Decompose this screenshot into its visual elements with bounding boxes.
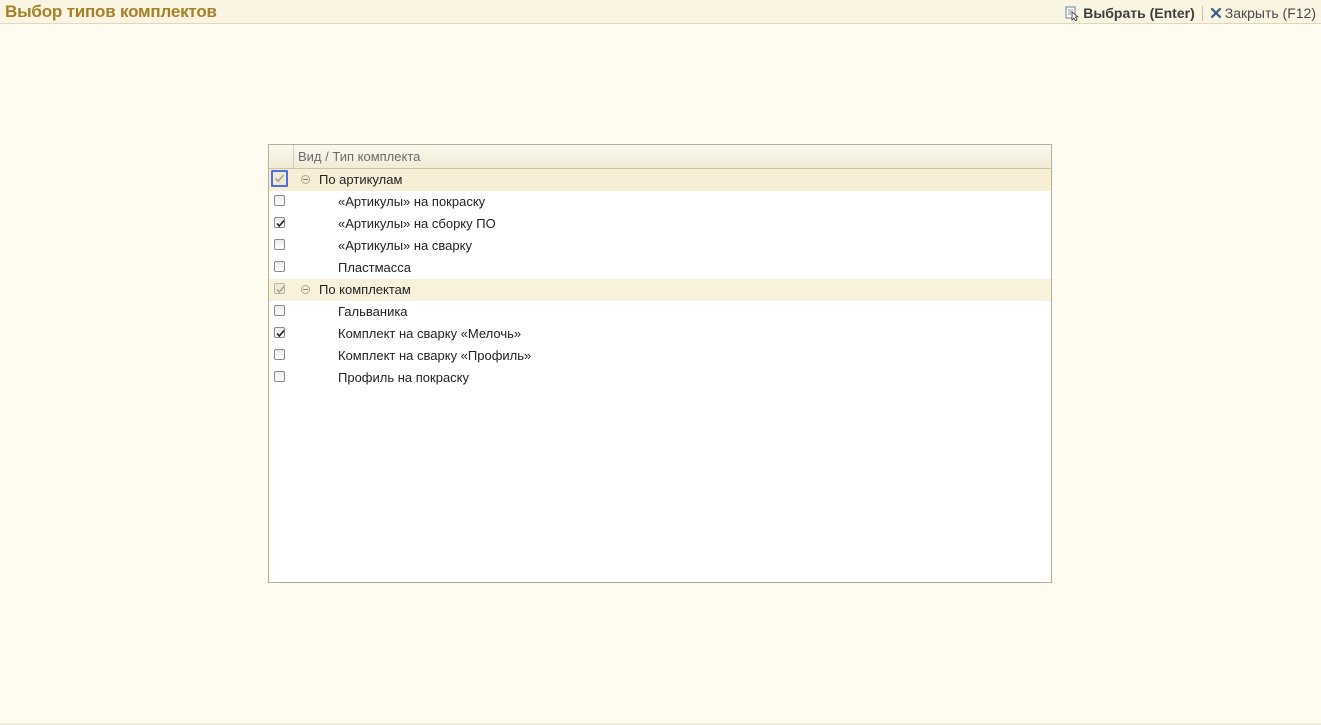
item-checkbox[interactable] — [274, 261, 285, 272]
group-checkbox[interactable] — [271, 170, 288, 187]
close-icon — [1210, 7, 1222, 19]
item-checkbox[interactable] — [274, 327, 285, 338]
kit-type-tree[interactable]: Вид / Тип комплекта По артикулам «Артикул… — [268, 144, 1052, 583]
item-checkbox[interactable] — [274, 239, 285, 250]
close-button[interactable]: Закрыть (F12) — [1210, 5, 1316, 21]
tree-group-row[interactable]: По комплектам — [269, 279, 1051, 301]
tree-item-row[interactable]: Комплект на сварку «Профиль» — [269, 345, 1051, 367]
title-bar: Выбор типов комплектов Выбрать (Enter) З… — [0, 0, 1321, 24]
tree-item-row[interactable]: Комплект на сварку «Мелочь» — [269, 323, 1051, 345]
collapse-icon[interactable] — [301, 285, 310, 294]
item-label: «Артикулы» на сварку — [338, 238, 472, 253]
tree-item-row[interactable]: «Артикулы» на сварку — [269, 235, 1051, 257]
item-checkbox[interactable] — [274, 217, 285, 228]
tree-item-row[interactable]: Профиль на покраску — [269, 367, 1051, 389]
item-label: «Артикулы» на сборку ПО — [338, 216, 496, 231]
window-title: Выбор типов комплектов — [5, 2, 217, 21]
tree-item-row[interactable]: «Артикулы» на покраску — [269, 191, 1051, 213]
tree-item-row[interactable]: «Артикулы» на сборку ПО — [269, 213, 1051, 235]
item-checkbox[interactable] — [274, 195, 285, 206]
toolbar-separator — [1201, 5, 1203, 21]
header-check-column — [269, 145, 294, 168]
item-label: «Артикулы» на покраску — [338, 194, 486, 209]
toolbar: Выбрать (Enter) Закрыть (F12) — [1064, 4, 1316, 22]
item-label: Комплект на сварку «Мелочь» — [338, 326, 522, 341]
item-checkbox[interactable] — [274, 349, 285, 360]
select-icon — [1064, 6, 1080, 21]
tree-body: По артикулам «Артикулы» на покраску «Артик… — [269, 169, 1051, 389]
collapse-icon[interactable] — [301, 175, 310, 184]
tree-item-row[interactable]: Пластмасса — [269, 257, 1051, 279]
group-checkbox[interactable] — [274, 283, 285, 294]
item-label: Гальваника — [338, 304, 408, 319]
item-checkbox[interactable] — [274, 371, 285, 382]
column-header-kit-type[interactable]: Вид / Тип комплекта — [298, 149, 420, 164]
group-label: По комплектам — [319, 282, 411, 297]
tree-item-row[interactable]: Гальваника — [269, 301, 1051, 323]
close-button-label: Закрыть (F12) — [1224, 5, 1316, 21]
select-button-label: Выбрать (Enter) — [1083, 5, 1195, 21]
item-label: Комплект на сварку «Профиль» — [338, 348, 532, 363]
group-label: По артикулам — [319, 172, 403, 187]
tree-header: Вид / Тип комплекта — [269, 145, 1051, 169]
select-button[interactable]: Выбрать (Enter) — [1064, 5, 1195, 21]
tree-group-row[interactable]: По артикулам — [269, 169, 1051, 191]
item-label: Профиль на покраску — [338, 370, 470, 385]
item-label: Пластмасса — [338, 260, 412, 275]
item-checkbox[interactable] — [274, 305, 285, 316]
